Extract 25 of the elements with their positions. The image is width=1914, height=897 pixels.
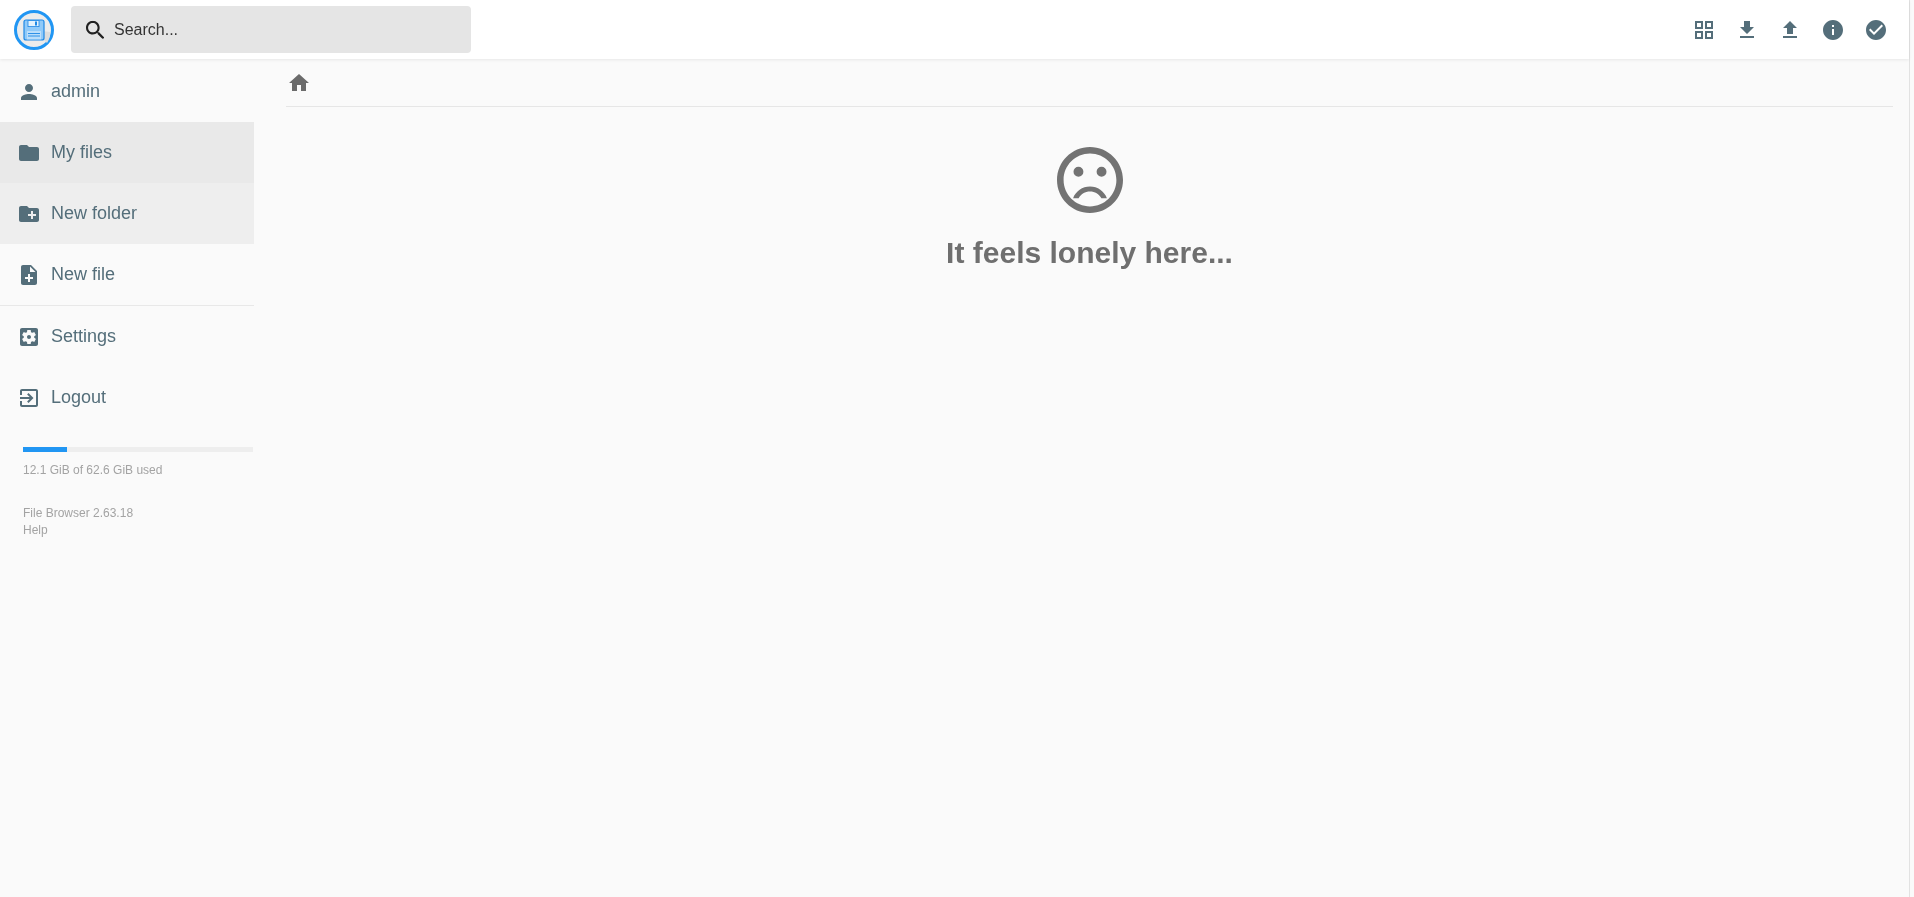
home-link[interactable] [289, 74, 309, 91]
home-icon [289, 74, 309, 91]
file-plus-icon [21, 264, 37, 285]
nav-item[interactable]: My files [0, 122, 254, 183]
person-icon [21, 83, 37, 100]
nav-item[interactable]: Logout [0, 367, 254, 428]
download-icon [1739, 21, 1754, 38]
empty-message: It feels lonely here... [946, 235, 1233, 271]
search-icon [86, 20, 105, 39]
exit-arrow-icon [20, 388, 38, 407]
sad-face-icon [1056, 147, 1123, 213]
floppy-disk-icon [14, 9, 54, 50]
upload-icon [1782, 21, 1797, 38]
info-icon [1822, 19, 1843, 40]
nav-item[interactable]: New folder [0, 183, 254, 244]
folder-icon [19, 144, 39, 161]
grid-icon [1694, 20, 1713, 39]
settings-icon [20, 327, 38, 346]
storage-usage-text: 12.1 GiB of 62.6 GiB used [23, 463, 164, 478]
nav-item[interactable]: admin [0, 61, 254, 122]
search-field[interactable]: Search... [71, 6, 471, 53]
nav-item[interactable]: New file [0, 244, 254, 305]
folder-plus-icon [19, 205, 39, 222]
version-text: File Browser 2.63.18 [23, 505, 134, 522]
nav-item[interactable]: Settings [0, 306, 254, 367]
